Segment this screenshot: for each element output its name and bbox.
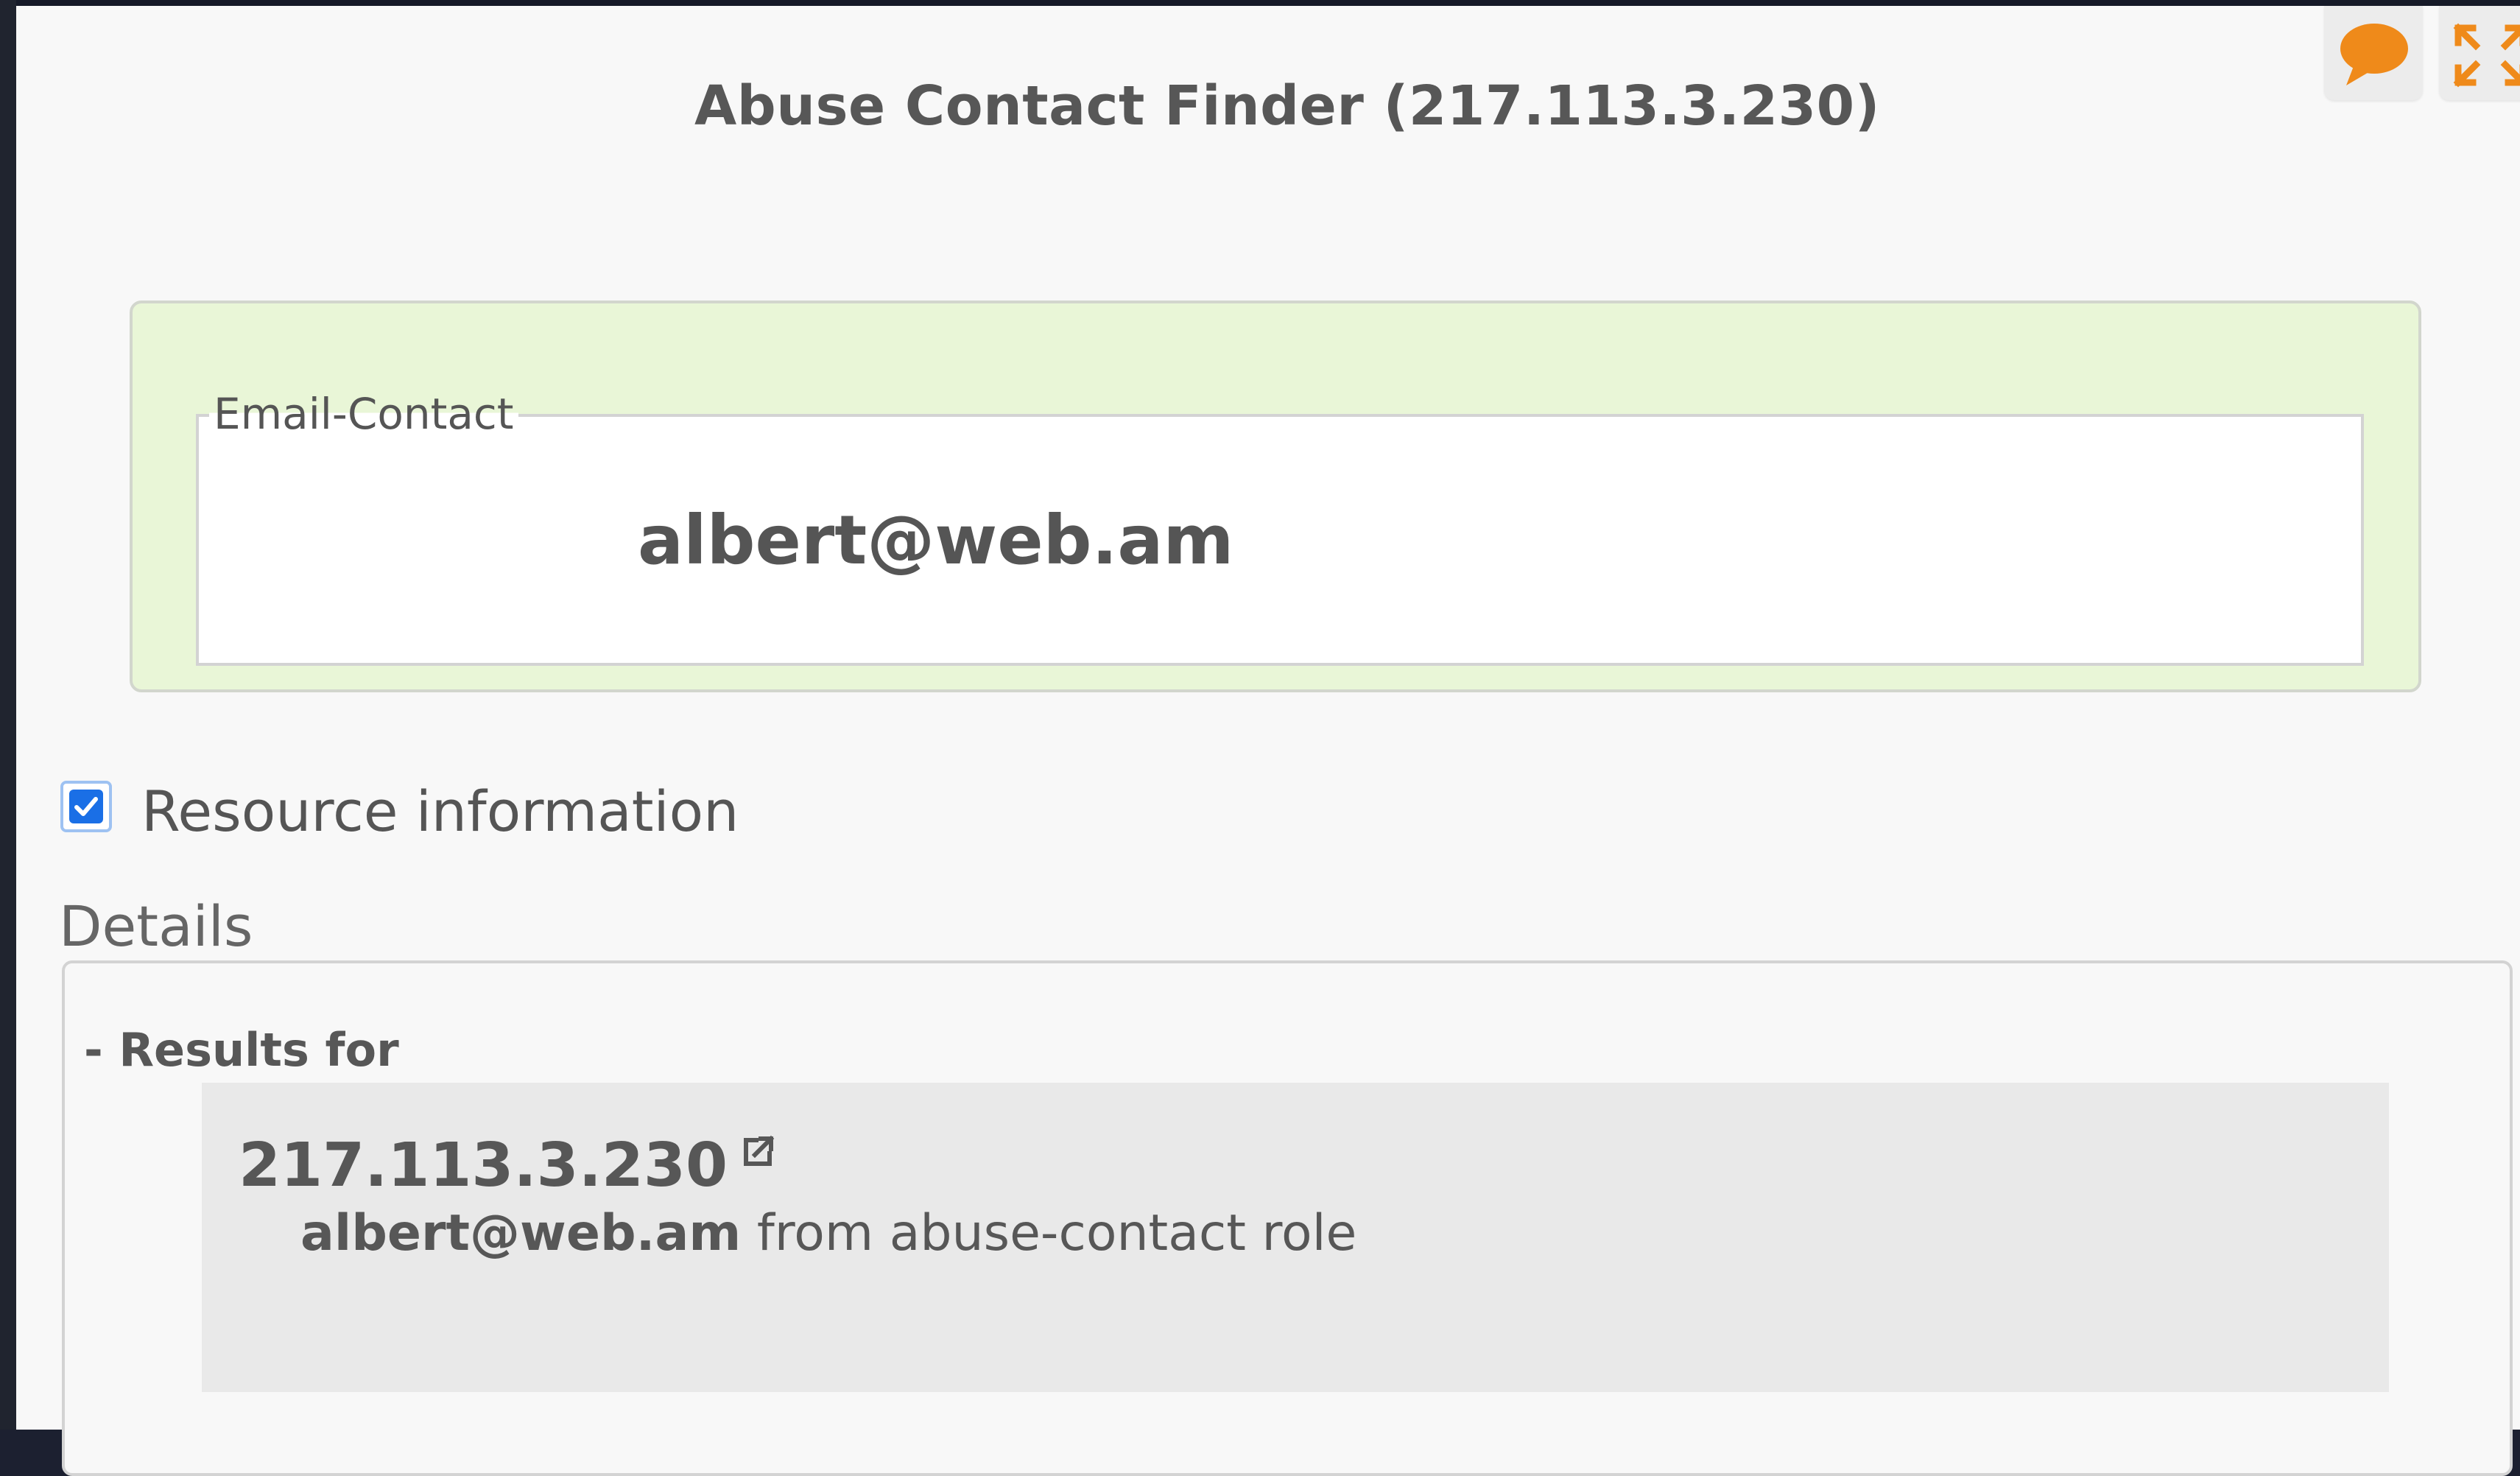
feedback-button[interactable] bbox=[2324, 6, 2423, 100]
window-top-edge bbox=[0, 0, 2520, 6]
abuse-email-value[interactable]: albert@web.am bbox=[638, 496, 1233, 585]
results-for-heading: - Results for bbox=[84, 1023, 399, 1077]
checkmark-icon bbox=[69, 790, 103, 823]
result-card: 217.113.3.230 albert@web.am from abuse-c… bbox=[202, 1083, 2389, 1392]
external-link-icon[interactable] bbox=[740, 1133, 777, 1170]
expand-button[interactable] bbox=[2439, 6, 2520, 100]
window-left-edge bbox=[0, 0, 16, 1430]
result-source: from abuse-contact role bbox=[756, 1204, 1357, 1262]
email-contact-fieldset: Email-Contact albert@web.am bbox=[196, 386, 2364, 666]
email-contact-box: Email-Contact albert@web.am bbox=[130, 301, 2421, 692]
email-contact-legend: Email-Contact bbox=[209, 386, 518, 442]
result-ip-row: 217.113.3.230 bbox=[239, 1125, 777, 1206]
page-title: Abuse Contact Finder (217.113.3.230) bbox=[694, 74, 1880, 138]
result-email[interactable]: albert@web.am bbox=[300, 1204, 741, 1262]
abuse-contact-panel: Abuse Contact Finder (217.113.3.230) Ema… bbox=[16, 6, 2520, 1476]
resource-information-checkbox[interactable] bbox=[60, 781, 112, 832]
result-ip: 217.113.3.230 bbox=[239, 1131, 728, 1201]
result-contact-line: albert@web.am from abuse-contact role bbox=[300, 1201, 1356, 1267]
details-label: Details bbox=[59, 893, 253, 959]
resource-information-label[interactable]: Resource information bbox=[141, 776, 739, 847]
details-box: - Results for 217.113.3.230 albert@web.a… bbox=[62, 960, 2513, 1476]
